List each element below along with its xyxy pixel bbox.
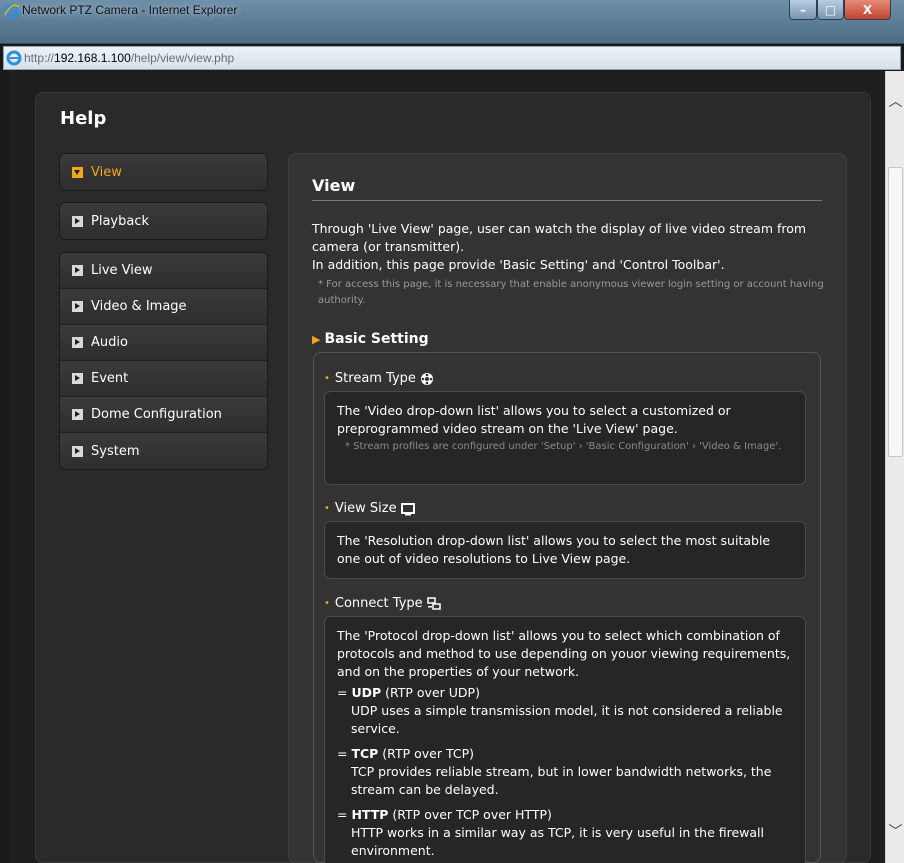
intro-text-2: In addition, this page provide 'Basic Se…: [312, 257, 725, 272]
protocol-http-name: HTTP: [351, 807, 389, 822]
sidebar-item-label: Live View: [91, 263, 153, 278]
section-heading: ▶ Basic Setting: [312, 331, 429, 347]
protocol-http-sub: (RTP over TCP over HTTP): [388, 807, 552, 822]
view-size-label: View Size: [334, 501, 397, 516]
film-reel-icon: [420, 372, 433, 385]
monitor-icon: [400, 502, 415, 515]
nav-group-playback: Playback: [59, 202, 268, 240]
view-size-heading: • View Size: [324, 501, 415, 516]
ie-logo-icon: [4, 3, 20, 19]
network-computers-icon: [426, 596, 441, 610]
sidebar-item-label: View: [91, 164, 122, 180]
minimize-icon: –: [800, 2, 806, 17]
sidebar-item-label: System: [91, 443, 140, 459]
stream-type-label: Stream Type: [334, 371, 416, 386]
chevron-down-icon: [72, 166, 83, 178]
section-heading-label: Basic Setting: [324, 331, 429, 347]
chevron-right-icon: [72, 445, 83, 457]
sidebar-item-audio[interactable]: Audio: [60, 325, 267, 361]
protocol-udp-desc: UDP uses a simple transmission model, it…: [351, 703, 783, 736]
chevron-right-icon: [72, 373, 83, 384]
connect-type-heading: • Connect Type: [324, 596, 441, 611]
content-title: View: [312, 176, 356, 195]
view-size-box: The 'Resolution drop-down list' allows y…: [324, 521, 806, 579]
minimize-button[interactable]: –: [789, 0, 817, 20]
nav-group-view: View: [59, 153, 268, 191]
url-text: http://192.168.1.100/help/view/view.php: [24, 51, 234, 65]
protocol-http: = HTTP (RTP over TCP over HTTP) HTTP wor…: [337, 806, 797, 860]
connect-type-box: The 'Protocol drop-down list' allows you…: [324, 616, 806, 863]
sidebar-item-video-image[interactable]: Video & Image: [60, 289, 267, 325]
protocol-udp-sub: (RTP over UDP): [381, 685, 480, 700]
protocol-http-desc: HTTP works in a similar way as TCP, it i…: [351, 825, 765, 858]
protocol-udp: = UDP (RTP over UDP) UDP uses a simple t…: [337, 684, 797, 738]
sidebar-item-label: Playback: [91, 213, 150, 229]
nav-group-setup: Live View Video & Image Audio Event Dome…: [59, 252, 268, 470]
scroll-down-arrow-icon[interactable]: ﹀: [886, 821, 904, 841]
bullet-dot-icon: •: [324, 598, 330, 609]
sidebar-item-label: Event: [91, 371, 129, 386]
chevron-right-icon: [72, 215, 83, 227]
title-bar: Network PTZ Camera - Internet Explorer –…: [0, 0, 904, 44]
chevron-right-icon: [72, 265, 83, 276]
protocol-tcp-desc: TCP provides reliable stream, but in low…: [351, 764, 772, 797]
triangle-right-icon: ▶: [312, 333, 321, 346]
url-host: 192.168.1.100: [54, 51, 131, 65]
protocol-tcp-name: TCP: [351, 746, 379, 761]
bullet-dot-icon: •: [324, 373, 330, 384]
scrollbar-thumb[interactable]: [888, 167, 903, 457]
protocol-tcp-sub: (RTP over TCP): [378, 746, 474, 761]
stream-type-text: The 'Video drop-down list' allows you to…: [337, 403, 731, 436]
close-icon: X: [862, 2, 873, 17]
page-title: Help: [60, 108, 107, 129]
sidebar-item-system[interactable]: System: [60, 433, 267, 469]
sidebar-item-label: Dome Configuration: [91, 407, 222, 422]
chevron-right-icon: [72, 301, 83, 312]
sidebar-item-view[interactable]: View: [60, 154, 267, 190]
maximize-button[interactable]: □: [817, 0, 844, 20]
sidebar-item-label: Video & Image: [91, 299, 187, 314]
bullet-dot-icon: •: [324, 503, 330, 514]
connect-type-label: Connect Type: [334, 596, 423, 611]
sidebar-item-playback[interactable]: Playback: [60, 203, 267, 239]
sidebar-item-live-view[interactable]: Live View: [60, 253, 267, 289]
chevron-right-icon: [72, 409, 83, 420]
url-prefix: http://: [24, 51, 55, 65]
scroll-up-arrow-icon[interactable]: ︿: [886, 91, 904, 111]
title-divider: [312, 200, 822, 201]
connect-type-text: The 'Protocol drop-down list' allows you…: [337, 628, 791, 679]
protocol-udp-name: UDP: [351, 685, 382, 700]
intro-text: Through 'Live View' page, user can watch…: [312, 221, 807, 254]
url-path: /help/view/view.php: [130, 51, 235, 65]
sidebar-item-event[interactable]: Event: [60, 361, 267, 397]
vertical-scrollbar[interactable]: ︿ ﹀: [885, 71, 904, 863]
stream-type-box: The 'Video drop-down list' allows you to…: [324, 391, 806, 485]
stream-type-note: * Stream profiles are configured under '…: [345, 441, 782, 452]
chevron-right-icon: [72, 337, 83, 348]
view-size-text: The 'Resolution drop-down list' allows y…: [337, 533, 771, 566]
maximize-icon: □: [824, 2, 837, 17]
sidebar-item-label: Audio: [91, 335, 128, 350]
close-button[interactable]: X: [844, 0, 891, 20]
protocol-tcp: = TCP (RTP over TCP) TCP provides reliab…: [337, 745, 797, 799]
sidebar-item-dome-configuration[interactable]: Dome Configuration: [60, 397, 267, 433]
stream-type-heading: • Stream Type: [324, 371, 434, 386]
window-title: Network PTZ Camera - Internet Explorer: [22, 3, 238, 17]
address-bar[interactable]: http://192.168.1.100/help/view/view.php: [3, 46, 901, 70]
ie-page-icon: [6, 50, 22, 66]
intro-note: * For access this page, it is necessary …: [318, 279, 824, 306]
